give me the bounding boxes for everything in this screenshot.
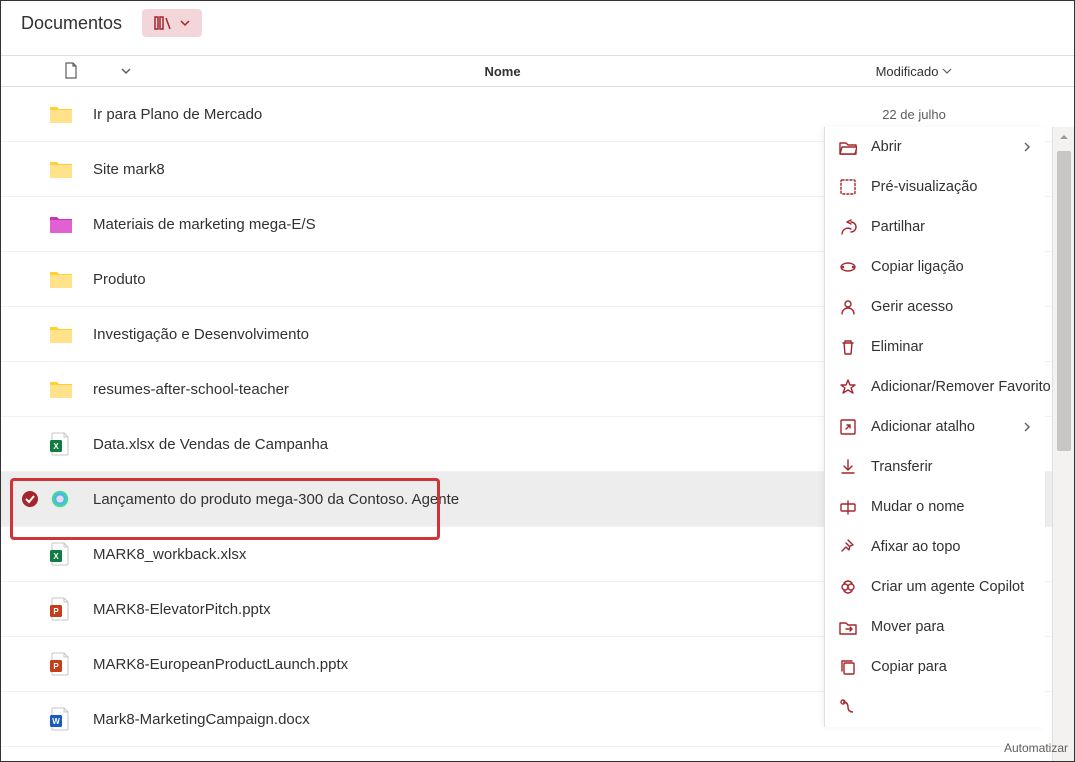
file-type-icon <box>49 269 85 289</box>
column-headers: Nome Modificado <box>1 55 1074 87</box>
column-modified-label: Modificado <box>876 64 939 79</box>
context-menu-download[interactable]: Transferir <box>825 447 1045 487</box>
context-menu: Abrir Pré-visualização Partilhar Copiar … <box>824 127 1045 727</box>
context-menu-label: Adicionar atalho <box>871 419 975 435</box>
context-menu-copyto[interactable]: Copiar para <box>825 647 1045 687</box>
context-menu-label: Criar um agente Copilot <box>871 579 1024 595</box>
context-menu-copilot[interactable]: Criar um agente Copilot <box>825 567 1045 607</box>
context-menu-delete[interactable]: Eliminar <box>825 327 1045 367</box>
chevron-right-icon <box>1023 142 1031 152</box>
view-switcher-button[interactable] <box>142 9 202 37</box>
context-menu-moveto[interactable]: Mover para <box>825 607 1045 647</box>
scrollbar-thumb[interactable] <box>1057 151 1071 451</box>
file-type-icon <box>49 104 85 124</box>
file-type-icon <box>49 214 85 234</box>
access-icon <box>839 298 857 316</box>
context-menu-open[interactable]: Abrir <box>825 127 1045 167</box>
file-name[interactable]: MARK8-ElevatorPitch.pptx <box>85 601 854 618</box>
moveto-icon <box>839 618 857 636</box>
automate-label[interactable]: Automatizar <box>1004 741 1068 755</box>
file-name[interactable]: Investigação e Desenvolvimento <box>85 326 854 343</box>
copilot-icon <box>839 578 857 596</box>
context-menu-label: Gerir acesso <box>871 299 953 315</box>
file-type-icon <box>49 159 85 179</box>
header: Documentos <box>1 1 1074 55</box>
context-menu-label: Afixar ao topo <box>871 539 960 555</box>
chevron-right-icon <box>1023 422 1031 432</box>
preview-icon <box>839 178 857 196</box>
context-menu-access[interactable]: Gerir acesso <box>825 287 1045 327</box>
svg-text:P: P <box>53 662 59 671</box>
file-name[interactable]: Ir para Plano de Mercado <box>85 106 854 123</box>
file-type-icon: W <box>49 707 85 731</box>
context-menu-favorite[interactable]: Adicionar/Remover Favorito <box>825 367 1045 407</box>
column-file-icon[interactable] <box>41 62 101 80</box>
context-menu-label: Mudar o nome <box>871 499 965 515</box>
context-menu-pin[interactable]: Afixar ao topo <box>825 527 1045 567</box>
column-sort[interactable] <box>101 67 151 75</box>
file-name[interactable]: Site mark8 <box>85 161 854 178</box>
context-menu-preview[interactable]: Pré-visualização <box>825 167 1045 207</box>
pin-icon <box>839 538 857 556</box>
file-name[interactable]: Produto <box>85 271 854 288</box>
context-menu-label: Transferir <box>871 459 933 475</box>
context-menu-shortcut[interactable]: Adicionar atalho <box>825 407 1045 447</box>
column-name-header[interactable]: Nome <box>151 64 854 79</box>
context-menu-label: Adicionar/Remover Favorito <box>871 379 1051 395</box>
scroll-up-icon[interactable] <box>1057 130 1071 144</box>
context-menu-share[interactable]: Partilhar <box>825 207 1045 247</box>
delete-icon <box>839 338 857 356</box>
chevron-down-icon <box>180 19 190 27</box>
file-name[interactable]: MARK8-EuropeanProductLaunch.pptx <box>85 656 854 673</box>
context-menu-label: Copiar para <box>871 659 947 675</box>
page-title: Documentos <box>21 13 122 34</box>
file-type-icon: X <box>49 542 85 566</box>
row-checkbox[interactable] <box>21 490 49 508</box>
file-type-icon <box>49 487 85 511</box>
context-menu-label: Pré-visualização <box>871 179 977 195</box>
svg-text:X: X <box>53 442 59 451</box>
scrollbar[interactable] <box>1052 127 1074 761</box>
svg-text:X: X <box>53 552 59 561</box>
share-icon <box>839 218 857 236</box>
file-name[interactable]: Lançamento do produto mega-300 da Contos… <box>85 491 824 508</box>
file-type-icon: P <box>49 597 85 621</box>
file-type-icon: P <box>49 652 85 676</box>
context-menu-label: Eliminar <box>871 339 923 355</box>
context-menu-link[interactable]: Copiar ligação <box>825 247 1045 287</box>
file-name[interactable]: Materiais de marketing mega-E/S <box>85 216 854 233</box>
context-menu-label: Mover para <box>871 619 944 635</box>
context-menu-rename[interactable]: Mudar o nome <box>825 487 1045 527</box>
file-type-icon <box>49 324 85 344</box>
file-type-icon <box>49 379 85 399</box>
column-modified-header[interactable]: Modificado <box>814 64 1014 79</box>
svg-text:W: W <box>52 717 60 726</box>
rename-icon <box>839 498 857 516</box>
shortcut-icon <box>839 418 857 436</box>
favorite-icon <box>839 378 857 396</box>
flow-icon <box>839 698 857 716</box>
library-icon <box>154 15 172 31</box>
file-name[interactable]: Data.xlsx de Vendas de Campanha <box>85 436 854 453</box>
modified-date: 22 de julho <box>814 107 1014 122</box>
file-name[interactable]: MARK8_workback.xlsx <box>85 546 854 563</box>
download-icon <box>839 458 857 476</box>
open-icon <box>839 138 857 156</box>
file-name[interactable]: Mark8-MarketingCampaign.docx <box>85 711 854 728</box>
svg-text:P: P <box>53 607 59 616</box>
file-type-icon: X <box>49 432 85 456</box>
chevron-down-icon <box>942 67 952 75</box>
context-menu-label: Partilhar <box>871 219 925 235</box>
copyto-icon <box>839 658 857 676</box>
link-icon <box>839 258 857 276</box>
context-menu-label: Copiar ligação <box>871 259 964 275</box>
context-menu-more[interactable] <box>825 687 1045 727</box>
file-name[interactable]: resumes-after-school-teacher <box>85 381 854 398</box>
context-menu-label: Abrir <box>871 139 902 155</box>
